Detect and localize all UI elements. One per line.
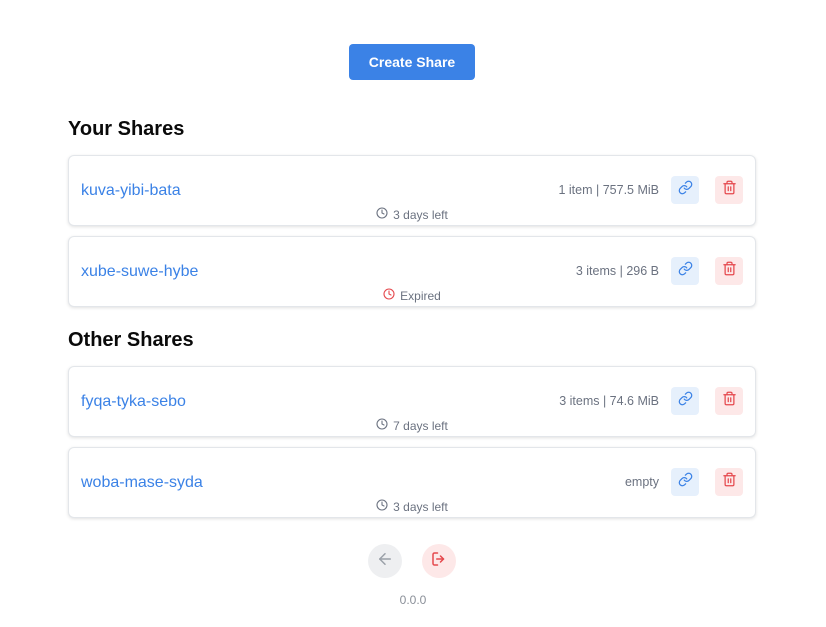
share-card: fyqa-tyka-sebo 3 items | 74.6 MiB 7 days…	[68, 366, 756, 437]
expiry-status: 3 days left	[69, 499, 755, 514]
create-share-button[interactable]: Create Share	[349, 44, 475, 80]
share-size-info: empty	[624, 475, 659, 489]
link-icon	[678, 261, 693, 281]
trash-icon	[722, 472, 737, 492]
share-size-info: 3 items | 296 B	[575, 264, 659, 278]
share-size-info: 1 item | 757.5 MiB	[558, 183, 659, 197]
share-name-link[interactable]: xube-suwe-hybe	[81, 263, 198, 281]
expiry-status: 3 days left	[69, 207, 755, 222]
copy-link-button[interactable]	[671, 387, 699, 415]
expiry-text: Expired	[400, 288, 441, 303]
delete-share-button[interactable]	[715, 468, 743, 496]
your-shares-heading: Your Shares	[68, 118, 185, 140]
other-shares-heading: Other Shares	[68, 329, 194, 351]
trash-icon	[722, 391, 737, 411]
copy-link-button[interactable]	[671, 468, 699, 496]
share-list-page: Create Share Your Shares kuva-yibi-bata …	[0, 0, 826, 627]
delete-share-button[interactable]	[715, 257, 743, 285]
delete-share-button[interactable]	[715, 387, 743, 415]
delete-share-button[interactable]	[715, 176, 743, 204]
logout-button[interactable]	[422, 544, 456, 578]
expiry-status: 7 days left	[69, 418, 755, 433]
app-version: 0.0.0	[399, 593, 427, 607]
link-icon	[678, 472, 693, 492]
share-size-info: 3 items | 74.6 MiB	[559, 394, 659, 408]
clock-icon	[376, 207, 388, 222]
share-name-link[interactable]: fyqa-tyka-sebo	[81, 393, 186, 411]
share-card: kuva-yibi-bata 1 item | 757.5 MiB 3 days…	[68, 155, 756, 226]
trash-icon	[722, 261, 737, 281]
back-button[interactable]	[368, 544, 402, 578]
share-card: xube-suwe-hybe 3 items | 296 B Expired	[68, 236, 756, 307]
trash-icon	[722, 180, 737, 200]
expiry-status: Expired	[69, 288, 755, 303]
expiry-text: 7 days left	[393, 418, 448, 433]
copy-link-button[interactable]	[671, 176, 699, 204]
share-name-link[interactable]: woba-mase-syda	[81, 474, 203, 492]
copy-link-button[interactable]	[671, 257, 699, 285]
share-card: woba-mase-syda empty 3 days left	[68, 447, 756, 518]
clock-expired-icon	[383, 288, 395, 303]
logout-icon	[430, 550, 448, 573]
expiry-text: 3 days left	[393, 499, 448, 514]
share-name-link[interactable]: kuva-yibi-bata	[81, 182, 181, 200]
arrow-left-icon	[376, 550, 394, 573]
clock-icon	[376, 418, 388, 433]
link-icon	[678, 391, 693, 411]
clock-icon	[376, 499, 388, 514]
link-icon	[678, 180, 693, 200]
expiry-text: 3 days left	[393, 207, 448, 222]
